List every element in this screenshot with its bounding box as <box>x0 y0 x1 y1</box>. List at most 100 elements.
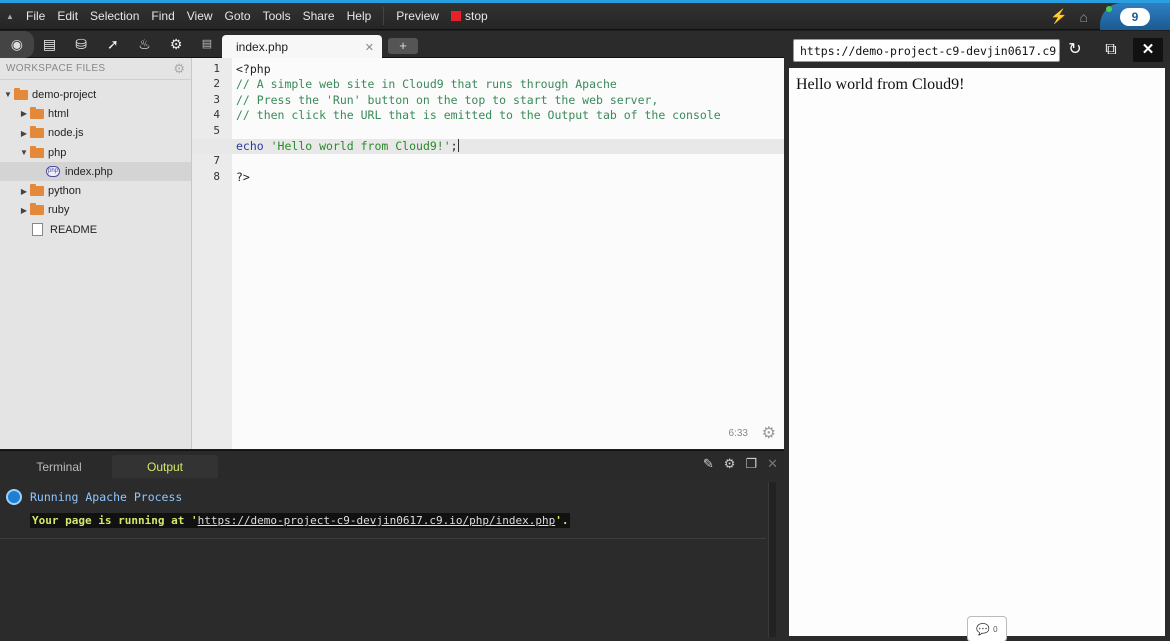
tree-item-php[interactable]: ▼ php <box>0 143 191 162</box>
line-gutter: 1 2 3 4 5 6 7 8 <box>192 58 232 449</box>
folder-icon <box>30 126 44 139</box>
output-prefix: Your page is running at ' <box>32 514 198 527</box>
open-files-icon[interactable]: ⛁ <box>65 31 97 58</box>
tab-output[interactable]: Output <box>112 455 218 479</box>
workspace-sidebar: WORKSPACE FILES ⚙ ▼ demo-project ▶ html … <box>0 58 192 449</box>
tree-item-html[interactable]: ▶ html <box>0 104 191 123</box>
close-icon[interactable]: ✕ <box>365 41 374 54</box>
code-line: <?php <box>236 62 271 76</box>
output-url-link[interactable]: https://demo-project-c9-devjin0617.c9.io… <box>198 514 556 527</box>
sidebar-header: WORKSPACE FILES ⚙ <box>0 58 191 80</box>
tree-item-ruby[interactable]: ▶ ruby <box>0 201 191 220</box>
collapsed-arrow-icon[interactable]: ▶ <box>18 206 30 215</box>
menu-separator <box>383 7 385 25</box>
folder-icon <box>14 87 28 100</box>
tree-item-label: README <box>50 223 98 236</box>
output-message: Your page is running at 'https://demo-pr… <box>30 513 571 528</box>
tree-item-label: index.php <box>65 165 113 178</box>
menubar: ▲ File Edit Selection Find View Goto Too… <box>0 3 1170 30</box>
menu-find[interactable]: Find <box>145 9 180 23</box>
line-number: 2 <box>213 77 220 91</box>
file-tree: ▼ demo-project ▶ html ▶ node.js ▼ php ph… <box>0 80 191 239</box>
preview-content[interactable]: Hello world from Cloud9! 💬 0 <box>789 68 1165 641</box>
running-process-icon <box>6 489 22 505</box>
output-console[interactable]: Running Apache Process Your page is runn… <box>0 478 784 641</box>
cloud9-logo-button[interactable]: 9 <box>1100 3 1170 30</box>
home-icon[interactable]: ⌂ <box>1080 9 1088 25</box>
tree-item-index-php[interactable]: php index.php <box>0 162 191 182</box>
files-icon[interactable]: ▤ <box>34 31 66 58</box>
run-icon[interactable]: ➚ <box>97 31 129 58</box>
tree-item-label: node.js <box>48 127 84 140</box>
sidebar-toolbar: ◉ ▤ ⛁ ➚ ♨ ⚙ <box>0 30 192 58</box>
menu-share[interactable]: Share <box>297 9 341 23</box>
menu-tools[interactable]: Tools <box>257 9 297 23</box>
tab-terminal[interactable]: Terminal <box>6 455 112 479</box>
tree-item-readme[interactable]: README <box>0 220 191 239</box>
menubar-right: ⚡ ⌂ 9 <box>1050 3 1170 30</box>
code-editor[interactable]: 1 2 3 4 5 6 7 8 <?php // A simple web si… <box>192 58 784 449</box>
chat-count: 0 <box>993 624 998 634</box>
menu-selection[interactable]: Selection <box>84 9 145 23</box>
text-cursor <box>457 138 459 152</box>
collapsed-arrow-icon[interactable]: ▶ <box>18 187 30 196</box>
close-icon[interactable]: ✕ <box>767 456 778 472</box>
preview-button[interactable]: Preview <box>390 9 445 23</box>
settings-icon[interactable]: ⚙ <box>160 31 192 58</box>
tree-item-label: ruby <box>48 204 70 217</box>
chat-button[interactable]: 💬 0 <box>967 616 1007 641</box>
expanded-arrow-icon[interactable]: ▼ <box>18 148 30 157</box>
cloud9-logo-icon: 9 <box>1120 7 1150 26</box>
menu-edit[interactable]: Edit <box>51 9 84 23</box>
tree-item-label: demo-project <box>32 88 97 101</box>
refresh-icon[interactable]: ↻ <box>1062 38 1088 62</box>
folder-icon <box>30 145 44 158</box>
deploy-icon[interactable]: ♨ <box>129 31 161 58</box>
preview-url-input[interactable]: https://demo-project-c9-devjin0617.c9.io… <box>793 39 1060 62</box>
console-actions: ✎ ⚙ ❐ ✕ <box>703 456 778 472</box>
console-gear-icon[interactable]: ⚙ <box>724 456 736 472</box>
output-suffix: '. <box>555 514 569 527</box>
tab-index-php[interactable]: index.php ✕ <box>222 35 382 59</box>
process-label: Running Apache Process <box>30 490 183 504</box>
editor-settings-gear-icon[interactable]: ⚙ <box>762 423 776 443</box>
menu-goto[interactable]: Goto <box>219 9 257 23</box>
code-keyword: echo <box>236 138 271 153</box>
menu-view[interactable]: View <box>181 9 219 23</box>
console-scrollbar[interactable] <box>768 482 776 637</box>
collapsed-arrow-icon[interactable]: ▶ <box>18 129 30 138</box>
stop-button[interactable]: stop <box>445 9 494 23</box>
tab-menu-icon[interactable]: ▤ <box>198 37 216 53</box>
folder-icon <box>30 184 44 197</box>
tree-item-label: html <box>48 107 69 120</box>
add-tab-button[interactable]: + <box>388 38 418 54</box>
expanded-arrow-icon[interactable]: ▼ <box>2 90 14 99</box>
tree-item-label: php <box>48 146 67 159</box>
sidebar-gear-icon[interactable]: ⚙ <box>173 61 185 77</box>
maximize-icon[interactable]: ❐ <box>745 456 757 472</box>
sidebar-toggle-icon[interactable]: ◉ <box>0 30 34 58</box>
line-number: 1 <box>213 62 220 75</box>
menu-file[interactable]: File <box>20 9 51 23</box>
preview-pane: https://demo-project-c9-devjin0617.c9.io… <box>784 31 1170 641</box>
popout-icon[interactable]: ⧉ <box>1098 38 1124 62</box>
collapsed-arrow-icon[interactable]: ▶ <box>18 109 30 118</box>
code-area[interactable]: <?php // A simple web site in Cloud9 tha… <box>192 58 784 449</box>
menubar-collapse-icon[interactable]: ▲ <box>0 3 20 30</box>
tree-item-nodejs[interactable]: ▶ node.js <box>0 124 191 143</box>
stop-icon <box>450 11 461 21</box>
tree-item-demo-project[interactable]: ▼ demo-project <box>0 85 191 104</box>
online-status-icon <box>1106 6 1112 12</box>
tree-item-python[interactable]: ▶ python <box>0 181 191 200</box>
close-icon[interactable]: ✕ <box>1133 38 1163 62</box>
line-number: 7 <box>213 154 220 168</box>
sidebar-title: WORKSPACE FILES <box>6 63 106 74</box>
php-file-icon: php <box>46 166 60 178</box>
activity-icon[interactable]: ⚡ <box>1050 8 1067 25</box>
clear-broom-icon[interactable]: ✎ <box>703 456 714 472</box>
code-string: 'Hello world from Cloud9!' <box>270 138 451 153</box>
line-number: 4 <box>213 108 220 122</box>
tab-label: index.php <box>236 40 289 54</box>
menu-help[interactable]: Help <box>341 9 378 23</box>
